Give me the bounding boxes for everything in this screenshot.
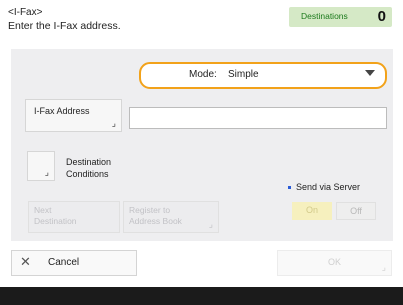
next-destination-line1: Next xyxy=(34,205,52,215)
ifax-address-field[interactable] xyxy=(129,107,387,129)
close-icon: ✕ xyxy=(20,254,31,269)
send-via-server-label: Send via Server xyxy=(288,182,360,192)
register-line2: Address Book xyxy=(129,216,182,226)
destination-conditions-button[interactable]: ⌟ xyxy=(27,151,55,181)
instruction-text: Enter the I-Fax address. xyxy=(8,20,121,32)
mode-selector[interactable]: Mode: Simple xyxy=(139,62,387,89)
corner-mark-icon: ⌟ xyxy=(381,262,386,272)
send-via-server-on-toggle[interactable]: On xyxy=(292,202,332,220)
corner-mark-icon: ⌟ xyxy=(208,219,213,229)
mode-value-text: Simple xyxy=(228,69,259,80)
ok-button[interactable]: OK ⌟ xyxy=(277,250,392,276)
register-line1: Register to xyxy=(129,205,171,215)
corner-mark-icon: ⌟ xyxy=(44,167,49,177)
ifax-address-button-label: I-Fax Address xyxy=(34,106,90,116)
screen-title: <I-Fax> xyxy=(8,7,43,18)
ifax-address-button[interactable]: I-Fax Address ⌟ xyxy=(25,99,122,132)
register-to-address-book-button[interactable]: Register to Address Book ⌟ xyxy=(123,201,219,233)
mode-value[interactable]: Simple xyxy=(222,66,381,83)
destination-conditions-line2: Conditions xyxy=(66,169,109,179)
next-destination-button[interactable]: Next Destination xyxy=(28,201,120,233)
mode-label: Mode: xyxy=(189,69,217,80)
chevron-down-icon xyxy=(365,70,375,76)
destinations-badge[interactable]: Destinations 0 xyxy=(289,7,392,27)
cancel-button[interactable]: ✕ Cancel xyxy=(11,250,137,276)
next-destination-line2: Destination xyxy=(34,216,77,226)
corner-mark-icon: ⌟ xyxy=(111,118,116,128)
cancel-button-label: Cancel xyxy=(48,257,80,268)
status-bar xyxy=(0,287,403,305)
ok-button-label: OK xyxy=(327,257,341,267)
send-via-server-text: Send via Server xyxy=(296,182,361,192)
destinations-count: 0 xyxy=(377,8,386,25)
destinations-label: Destinations xyxy=(301,11,348,21)
bullet-icon xyxy=(288,186,291,190)
destination-conditions-line1: Destination xyxy=(66,157,112,167)
send-via-server-off-toggle[interactable]: Off xyxy=(336,202,376,220)
destination-conditions-label: Destination Conditions xyxy=(66,156,111,180)
